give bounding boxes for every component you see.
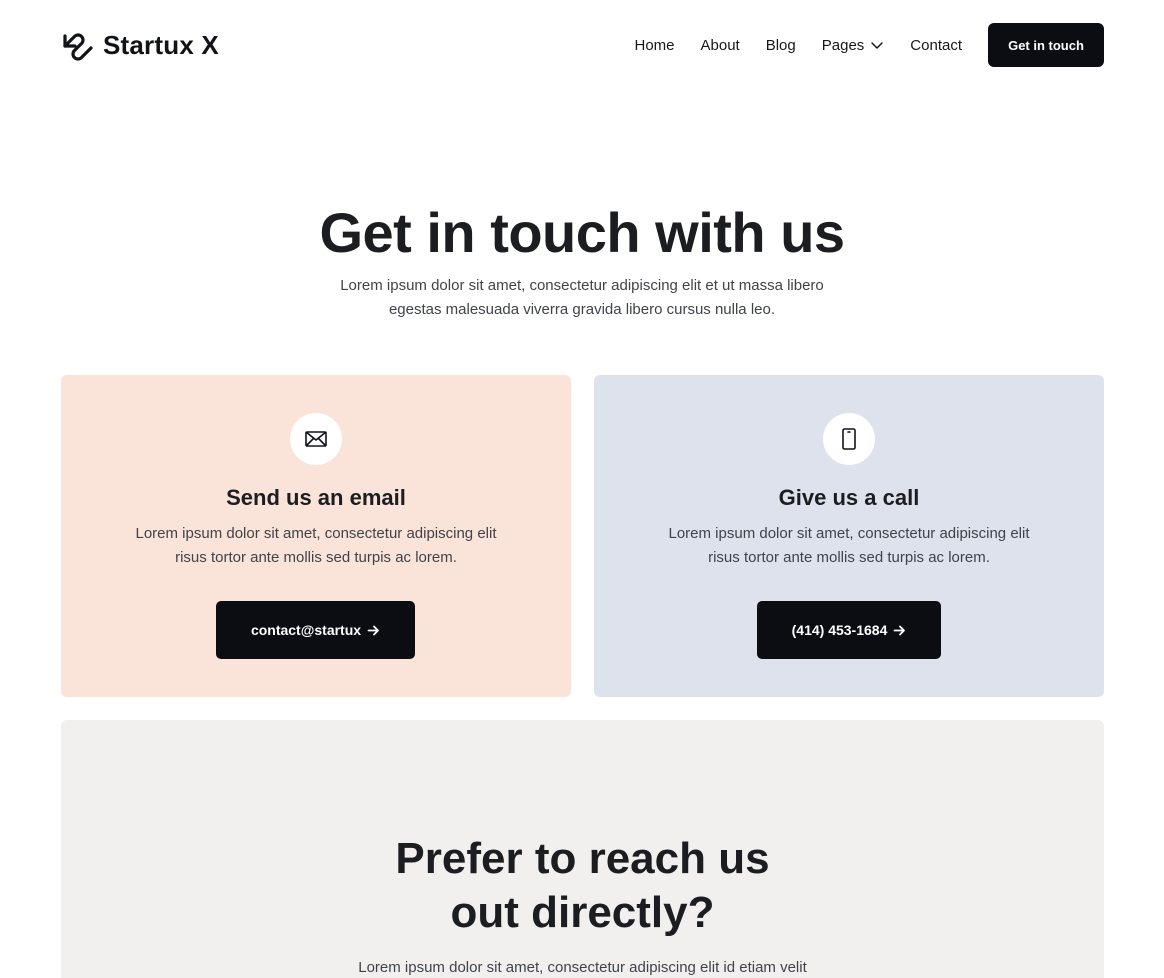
email-card: Send us an email Lorem ipsum dolor sit a… xyxy=(61,375,571,697)
direct-title-line1: Prefer to reach us xyxy=(395,834,770,883)
phone-icon xyxy=(842,428,856,450)
nav-pages-dropdown[interactable]: Pages xyxy=(822,37,885,54)
nav-about[interactable]: About xyxy=(701,37,740,54)
page-subtitle: Lorem ipsum dolor sit amet, consectetur … xyxy=(340,277,824,318)
nav-about-label: About xyxy=(700,36,740,54)
call-button[interactable]: (414) 453-1684 xyxy=(757,601,941,659)
call-card: Give us a call Lorem ipsum dolor sit ame… xyxy=(594,375,1104,697)
direct-contact-text: Lorem ipsum dolor sit amet, consectetur … xyxy=(358,959,807,976)
page-title: Get in touch with us xyxy=(319,201,845,264)
nav-home-label: Home xyxy=(634,36,675,54)
email-card-title: Send us an email xyxy=(226,485,406,510)
nav-contact[interactable]: Contact xyxy=(910,37,962,54)
call-card-title: Give us a call xyxy=(778,485,920,510)
email-button-label: contact@startux xyxy=(250,622,362,638)
direct-title-line2: out directly? xyxy=(450,888,715,937)
brand-logo[interactable]: Startux X xyxy=(61,28,219,62)
nav-blog[interactable]: Blog xyxy=(766,37,796,54)
email-icon-badge xyxy=(290,413,342,465)
call-button-label: (414) 453-1684 xyxy=(791,622,888,638)
nav-contact-label: Contact xyxy=(910,36,962,54)
call-card-text: Lorem ipsum dolor sit amet, consectetur … xyxy=(668,525,1030,566)
email-card-text: Lorem ipsum dolor sit amet, consectetur … xyxy=(135,525,497,566)
nav-home[interactable]: Home xyxy=(635,37,675,54)
nav-pages-label: Pages xyxy=(821,36,865,54)
logo-icon xyxy=(63,33,93,61)
arrow-right-icon xyxy=(893,625,906,635)
direct-contact-title: Prefer to reach us out directly? xyxy=(61,832,1104,940)
direct-contact-section: Prefer to reach us out directly? Lorem i… xyxy=(61,720,1104,978)
chevron-down-icon xyxy=(871,42,884,49)
get-in-touch-button[interactable]: Get in touch xyxy=(988,23,1104,67)
site-header: Startux X Home About Blog Pages Contact … xyxy=(61,23,1104,67)
envelope-icon xyxy=(305,431,327,447)
arrow-right-icon xyxy=(367,625,379,635)
main-nav: Home About Blog Pages Contact Get in tou… xyxy=(635,23,1104,67)
brand-name: Startux X xyxy=(103,29,219,60)
call-icon-badge xyxy=(823,413,875,465)
nav-blog-label: Blog xyxy=(765,36,796,54)
email-button[interactable]: contact@startux xyxy=(216,601,415,659)
